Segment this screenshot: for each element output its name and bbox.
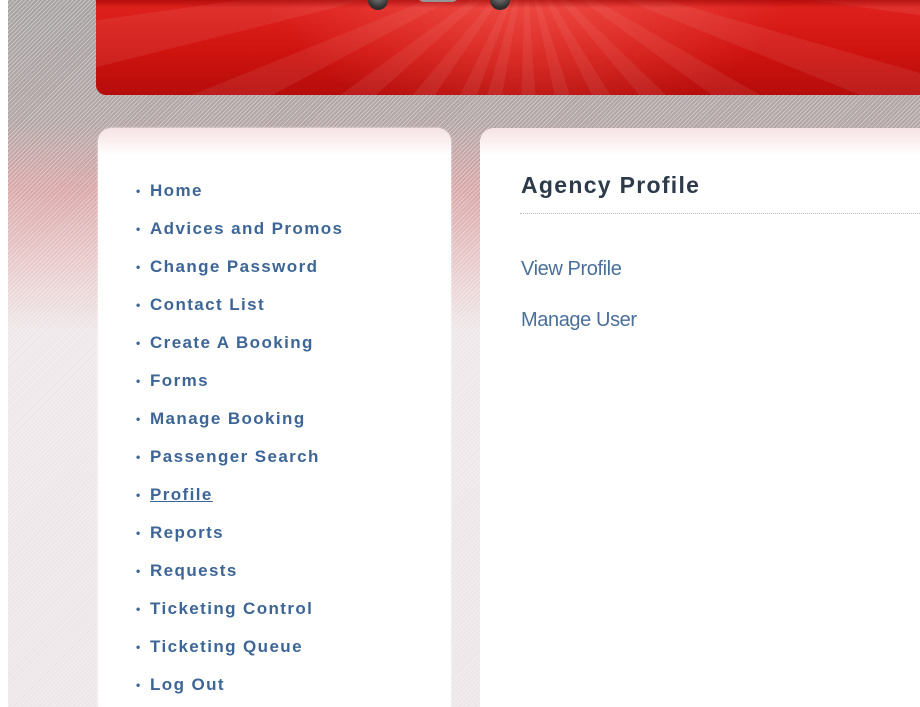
main-panel: Agency Profile View Profile Manage User [480,128,920,707]
header-banner [96,0,920,95]
sidebar-item-profile[interactable]: • Profile [136,484,343,522]
bullet-icon: • [136,640,142,654]
sidebar-item-advices-and-promos[interactable]: • Advices and Promos [136,218,343,256]
logo-knob-right [490,0,510,10]
left-edge-strip [0,0,8,707]
sidebar-item-label: Reports [150,523,225,542]
sidebar-item-label: Log Out [150,675,225,694]
bullet-icon: • [136,450,142,464]
logo-knob-left [368,0,388,10]
bullet-icon: • [136,298,142,312]
view-profile-link[interactable]: View Profile [521,258,622,281]
sidebar-item-label: Create A Booking [150,333,314,352]
sidebar-item-label: Manage Booking [150,409,306,428]
page-title: Agency Profile [521,172,701,198]
logo-bar [418,0,458,2]
sidebar-item-contact-list[interactable]: • Contact List [136,294,343,332]
sidebar-item-label: Profile [150,485,213,504]
logo-icon [358,0,518,18]
sidebar-item-label: Forms [150,371,209,390]
bullet-icon: • [136,222,142,236]
bullet-icon: • [136,412,142,426]
sidebar-item-reports[interactable]: • Reports [136,522,343,560]
bullet-icon: • [136,488,142,502]
sidebar-item-ticketing-queue[interactable]: • Ticketing Queue [136,636,343,674]
sidebar-item-forms[interactable]: • Forms [136,370,343,408]
sidebar-item-label: Change Password [150,257,319,276]
bullet-icon: • [136,336,142,350]
sidebar-item-change-password[interactable]: • Change Password [136,256,343,294]
manage-user-link[interactable]: Manage User [521,309,637,332]
sidebar-item-label: Contact List [150,295,266,314]
bullet-icon: • [136,678,142,692]
sidebar-panel: • Home • Advices and Promos • Change Passwo… [98,128,451,707]
sidebar-item-label: Ticketing Control [150,599,314,618]
sidebar-item-create-a-booking[interactable]: • Create A Booking [136,332,343,370]
sidebar-item-log-out[interactable]: • Log Out [136,674,343,707]
sidebar-item-label: Advices and Promos [150,219,344,238]
sidebar-top-fade [98,128,451,156]
sidebar-item-label: Requests [150,561,238,580]
sidebar-item-ticketing-control[interactable]: • Ticketing Control [136,598,343,636]
sidebar-item-label: Ticketing Queue [150,637,303,656]
sidebar-item-requests[interactable]: • Requests [136,560,343,598]
sidebar-nav: • Home • Advices and Promos • Change Passwo… [136,180,343,707]
sidebar-item-label: Passenger Search [150,447,320,466]
bullet-icon: • [136,526,142,540]
bullet-icon: • [136,184,142,198]
sidebar-item-passenger-search[interactable]: • Passenger Search [136,446,343,484]
sidebar-item-home[interactable]: • Home [136,180,343,218]
sidebar-item-manage-booking[interactable]: • Manage Booking [136,408,343,446]
title-divider [520,213,920,214]
bullet-icon: • [136,260,142,274]
main-top-fade [480,128,920,156]
bullet-icon: • [136,374,142,388]
bullet-icon: • [136,602,142,616]
sidebar-item-label: Home [150,181,203,200]
bullet-icon: • [136,564,142,578]
